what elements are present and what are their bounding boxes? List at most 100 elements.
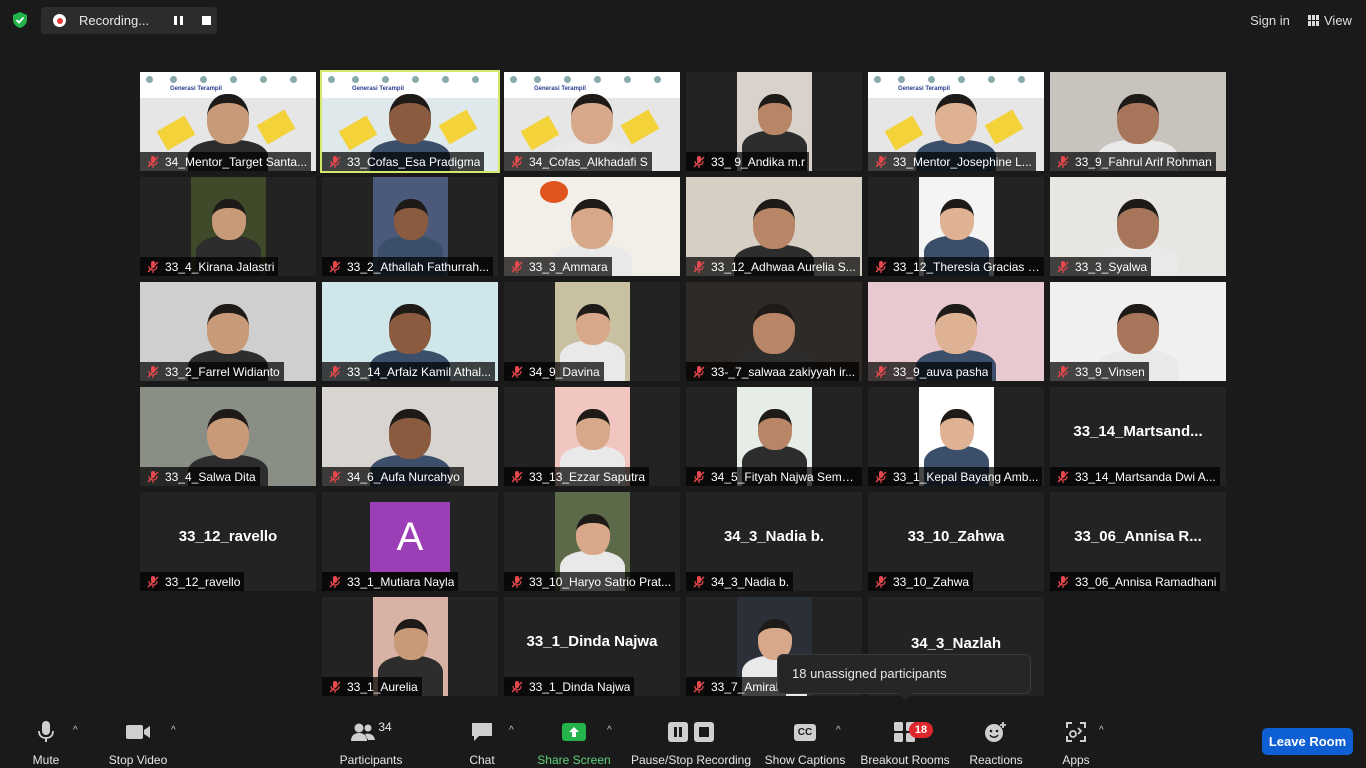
closed-captions-icon: CC (793, 723, 817, 741)
leave-room-button[interactable]: Leave Room (1262, 728, 1353, 755)
participants-button[interactable]: 34 Participants (338, 720, 404, 768)
participant-name-label: 33_ 9_Andika m.r (686, 152, 810, 171)
participant-tile[interactable]: 33_1_Kepal Bayang Amb... (868, 387, 1044, 486)
stop-video-button[interactable]: Stop Video (106, 720, 170, 768)
participant-name-label: 33_4_Salwa Dita (140, 467, 260, 486)
participant-tile[interactable]: 33_10_Zahwa 33_10_Zahwa (868, 492, 1044, 591)
share-options-caret-icon[interactable]: ^ (607, 726, 617, 736)
participant-name-label: 34_6_Aufa Nurcahyo (322, 467, 464, 486)
participant-name-label: 33_10_Haryo Satrio Prat... (504, 572, 676, 591)
participant-tile[interactable]: 33_9_Fahrul Arif Rohman (1050, 72, 1226, 171)
participant-tile[interactable]: Generasi Terampil 34_Cofas_Alkhadafi S (504, 72, 680, 171)
participant-name: 33_14_Arfaiz Kamil Athal... (347, 364, 492, 379)
chat-button[interactable]: Chat (462, 720, 502, 768)
apps-options-caret-icon[interactable]: ^ (1099, 726, 1109, 736)
participant-tile[interactable]: 33_9_auva pasha (868, 282, 1044, 381)
participant-face (393, 619, 428, 660)
chat-options-caret-icon[interactable]: ^ (509, 726, 519, 736)
muted-mic-icon (147, 470, 159, 483)
smiley-reaction-icon (985, 722, 1006, 742)
video-camera-icon (126, 725, 150, 739)
muted-mic-icon (511, 470, 523, 483)
chat-bubble-icon (472, 723, 492, 741)
video-options-caret-icon[interactable]: ^ (171, 726, 181, 736)
participant-tile[interactable]: 33_1_Aurelia (322, 597, 498, 696)
participant-name-label: 33_9_Fahrul Arif Rohman (1050, 152, 1216, 171)
participant-name-label: 34_Cofas_Alkhadafi S (504, 152, 652, 171)
participant-name-label: 33-_7_salwaa zakiyyah ir... (686, 362, 860, 381)
muted-mic-icon (511, 260, 523, 273)
participant-face (1117, 199, 1159, 250)
participant-name: 33_9_auva pasha (893, 364, 989, 379)
muted-mic-icon (1057, 260, 1069, 273)
participant-name: 33_4_Salwa Dita (165, 469, 256, 484)
participant-tile[interactable]: 34_6_Aufa Nurcahyo (322, 387, 498, 486)
reactions-label: Reactions (969, 753, 1023, 767)
participant-name-label: 33_14_Arfaiz Kamil Athal... (322, 362, 496, 381)
participant-tile[interactable]: Generasi Terampil 33_Cofas_Esa Pradigma (320, 70, 500, 173)
participant-face (757, 94, 792, 135)
breakout-tooltip: 18 unassigned participants (777, 654, 1031, 700)
pause-stop-recording-button[interactable]: Pause/Stop Recording (630, 720, 752, 768)
participant-face (207, 409, 249, 460)
participant-tile[interactable]: 33_12_ravello 33_12_ravello (140, 492, 316, 591)
participant-tile[interactable]: 33_3_Syalwa (1050, 177, 1226, 276)
participant-tile[interactable]: 33_3_Ammara (504, 177, 680, 276)
participant-tile[interactable]: 34_5_Fityah Najwa Semb... (686, 387, 862, 486)
captions-options-caret-icon[interactable]: ^ (836, 726, 846, 736)
banner-title: Generasi Terampil (534, 86, 586, 92)
participant-face (939, 409, 974, 450)
meeting-toolbar: Mute ^ Stop Video ^ 34 Participants Chat… (0, 712, 1366, 768)
participant-tile[interactable]: 33_14_Arfaiz Kamil Athal... (322, 282, 498, 381)
participant-tile[interactable]: 33_10_Haryo Satrio Prat... (504, 492, 680, 591)
pause-recording-button[interactable] (165, 7, 191, 34)
security-shield-icon[interactable] (11, 11, 29, 29)
participant-tile[interactable]: 33_4_Salwa Dita (140, 387, 316, 486)
breakout-rooms-button[interactable]: Breakout Rooms (860, 720, 950, 768)
sign-in-button[interactable]: Sign in (1242, 8, 1298, 32)
participant-tile[interactable]: A 33_1_Mutiara Nayla (322, 492, 498, 591)
show-captions-button[interactable]: CC Show Captions (764, 720, 846, 768)
participants-label: Participants (339, 753, 403, 767)
participant-tile[interactable]: 33_12_Theresia Gracias I... (868, 177, 1044, 276)
participant-tile[interactable]: 34_3_Nadia b. 34_3_Nadia b. (686, 492, 862, 591)
participant-tile[interactable]: Generasi Terampil 33_Mentor_Josephine L..… (868, 72, 1044, 171)
participant-tile[interactable]: Generasi Terampil 34_Mentor_Target Santa.… (140, 72, 316, 171)
share-screen-button[interactable]: Share Screen (536, 720, 612, 768)
participant-name-label: 33_12_Adhwaa Aurelia S... (686, 257, 860, 276)
apps-label: Apps (1062, 753, 1090, 767)
participant-tile[interactable]: 33_12_Adhwaa Aurelia S... (686, 177, 862, 276)
muted-mic-icon (329, 575, 341, 588)
participant-name-label: 33_2_Athallah Fathurrah... (322, 257, 494, 276)
participant-tile[interactable]: 33_2_Athallah Fathurrah... (322, 177, 498, 276)
participant-face (571, 199, 613, 250)
participant-tile[interactable]: 33_ 9_Andika m.r (686, 72, 862, 171)
mute-label: Mute (32, 753, 60, 767)
view-button[interactable]: View (1302, 8, 1358, 32)
muted-mic-icon (875, 470, 887, 483)
participant-tile[interactable]: 33_9_Vinsen (1050, 282, 1226, 381)
participant-tile[interactable]: 33_1_Dinda Najwa 33_1_Dinda Najwa (504, 597, 680, 696)
reactions-button[interactable]: Reactions (968, 720, 1024, 768)
muted-mic-icon (1057, 575, 1069, 588)
stop-recording-button[interactable] (193, 7, 219, 34)
participant-name-label: 33_4_Kirana Jalastri (140, 257, 279, 276)
participant-name: 33_13_Ezzar Saputra (529, 469, 646, 484)
muted-mic-icon (329, 260, 341, 273)
participant-tile[interactable]: 34_9_Davina (504, 282, 680, 381)
participant-tile[interactable]: 33_2_Farrel Widianto (140, 282, 316, 381)
participant-name-label: 33_14_Martsanda Dwi A... (1050, 467, 1220, 486)
participant-tile[interactable]: 33-_7_salwaa zakiyyah ir... (686, 282, 862, 381)
audio-options-caret-icon[interactable]: ^ (73, 726, 83, 736)
participant-tile[interactable]: 33_06_Annisa R... 33_06_Annisa Ramadhani (1050, 492, 1226, 591)
participant-tile[interactable]: 33_13_Ezzar Saputra (504, 387, 680, 486)
participant-name-label: 33_1_Kepal Bayang Amb... (868, 467, 1043, 486)
participant-name: 33_1_Dinda Najwa (529, 679, 631, 694)
participant-tile[interactable]: 33_14_Martsand... 33_14_Martsanda Dwi A..… (1050, 387, 1226, 486)
participant-tile[interactable]: 33_4_Kirana Jalastri (140, 177, 316, 276)
muted-mic-icon (1057, 365, 1069, 378)
mute-button[interactable]: Mute (22, 720, 70, 768)
apps-button[interactable]: Apps (1058, 720, 1094, 768)
muted-mic-icon (875, 260, 887, 273)
muted-mic-icon (693, 260, 705, 273)
